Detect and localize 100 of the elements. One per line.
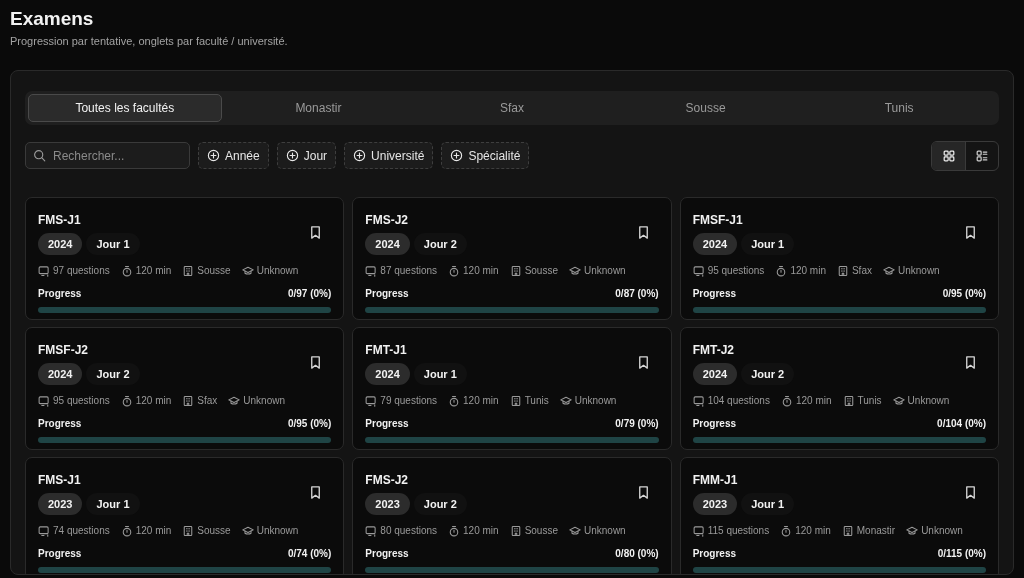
- exam-title: FMSF-J1: [692, 211, 744, 229]
- building-icon: [509, 394, 522, 407]
- graduation-cap-icon: [241, 264, 254, 277]
- grid-view-button[interactable]: [932, 141, 965, 170]
- duration: 120 min: [795, 524, 831, 538]
- screen-icon: [692, 524, 705, 537]
- stopwatch-icon: [448, 394, 461, 407]
- day-badge: Jour 1: [741, 492, 795, 515]
- exam-card[interactable]: FMM-J1 2023 Jour 1 115 questions 120 min Monastir Unknown Progress 0/115 (0%): [679, 456, 999, 574]
- faculty-tab[interactable]: Sousse: [608, 93, 803, 122]
- bookmark-button[interactable]: [963, 485, 978, 501]
- screen-icon: [365, 264, 378, 277]
- bookmark-icon: [963, 485, 978, 501]
- exam-title: FMM-J1: [692, 471, 739, 489]
- specialty-name: Unknown: [574, 394, 617, 408]
- exam-card[interactable]: FMSF-J2 2024 Jour 2 95 questions 120 min Sfax Unknown Progress 0/95 (0%): [25, 326, 345, 450]
- day-badge: Jour 1: [741, 232, 795, 255]
- plus-circle-icon: [207, 149, 220, 162]
- exam-card[interactable]: FMS-J2 2024 Jour 2 87 questions 120 min Sousse Unknown Progress 0/87 (0%): [352, 196, 672, 320]
- duration: 120 min: [790, 264, 826, 278]
- progress-value: 0/74 (0%): [287, 547, 332, 561]
- day-badge: Jour 1: [86, 492, 140, 515]
- year-badge: 2024: [365, 362, 410, 385]
- stopwatch-icon: [780, 524, 793, 537]
- stopwatch-icon: [120, 264, 133, 277]
- question-count: 87 questions: [380, 264, 438, 278]
- exam-card[interactable]: FMT-J2 2024 Jour 2 104 questions 120 min Tunis Unknown Progress 0/104 (0%): [679, 326, 999, 450]
- year-badge: 2024: [38, 232, 83, 255]
- building-icon: [509, 264, 522, 277]
- duration: 120 min: [795, 394, 832, 408]
- exam-card[interactable]: FMS-J1 2023 Jour 1 74 questions 120 min Sousse Unknown Progress 0/74 (0%): [25, 456, 345, 574]
- search-icon: [33, 149, 46, 162]
- question-count: 115 questions: [707, 524, 770, 538]
- day-badge: Jour 2: [86, 362, 140, 385]
- duration: 120 min: [463, 394, 499, 408]
- filter-button[interactable]: Université: [344, 142, 434, 169]
- exam-title: FMT-J1: [365, 341, 408, 359]
- search-field[interactable]: Rechercher...: [25, 142, 190, 169]
- bookmark-icon: [963, 225, 978, 241]
- bookmark-icon: [963, 355, 978, 371]
- grid-icon: [941, 148, 956, 163]
- specialty-name: Unknown: [243, 394, 285, 408]
- faculty-name: Tunis: [857, 394, 882, 408]
- progress-label: Progress: [38, 547, 82, 561]
- progress-value: 0/104 (0%): [937, 417, 986, 431]
- duration: 120 min: [135, 524, 172, 538]
- faculty-name: Sfax: [197, 394, 218, 408]
- day-badge: Jour 2: [413, 492, 467, 515]
- plus-circle-icon: [285, 149, 299, 162]
- progress-value: 0/80 (0%): [615, 547, 659, 561]
- exam-card[interactable]: FMSF-J1 2024 Jour 1 95 questions 120 min Sfax Unknown Progress 0/95 (0%): [679, 196, 999, 320]
- exam-card[interactable]: FMS-J1 2024 Jour 1 97 questions 120 min Sousse Unknown Progress 0/97 (0%): [25, 196, 345, 320]
- question-count: 97 questions: [53, 264, 110, 278]
- filter-button[interactable]: Spécialité: [441, 142, 530, 169]
- year-badge: 2023: [365, 492, 410, 515]
- plus-circle-icon: [353, 149, 367, 162]
- bookmark-button[interactable]: [963, 225, 978, 241]
- graduation-cap-icon: [228, 394, 241, 407]
- graduation-cap-icon: [906, 524, 919, 537]
- day-badge: Jour 1: [86, 232, 140, 255]
- stopwatch-icon: [780, 394, 793, 407]
- faculty-tab[interactable]: Toutes les facultés: [28, 93, 222, 122]
- building-icon: [836, 264, 849, 277]
- duration: 120 min: [135, 394, 172, 408]
- faculty-name: Sousse: [197, 264, 231, 278]
- plus-circle-icon: [450, 149, 464, 162]
- progress-value: 0/95 (0%): [942, 287, 986, 301]
- specialty-name: Unknown: [921, 524, 963, 538]
- bookmark-button[interactable]: [963, 355, 978, 371]
- specialty-name: Unknown: [584, 524, 626, 538]
- faculty-name: Tunis: [524, 394, 549, 408]
- duration: 120 min: [135, 264, 172, 278]
- specialty-name: Unknown: [256, 264, 299, 278]
- faculty-tab[interactable]: Sfax: [415, 93, 609, 122]
- faculty-name: Sousse: [524, 264, 558, 278]
- day-badge: Jour 2: [413, 232, 467, 255]
- progress-label: Progress: [365, 417, 409, 431]
- graduation-cap-icon: [882, 264, 895, 277]
- faculty-name: Monastir: [856, 524, 896, 538]
- progress-label: Progress: [692, 287, 736, 301]
- stopwatch-icon: [448, 264, 461, 277]
- building-icon: [842, 394, 855, 407]
- building-icon: [182, 264, 195, 277]
- question-count: 74 questions: [53, 524, 110, 538]
- faculty-tab[interactable]: Tunis: [802, 93, 996, 122]
- progress-label: Progress: [365, 547, 409, 561]
- filter-button[interactable]: Jour: [276, 142, 337, 169]
- exam-card[interactable]: FMS-J2 2023 Jour 2 80 questions 120 min Sousse Unknown Progress 0/80 (0%): [352, 456, 672, 574]
- progress-label: Progress: [38, 287, 82, 301]
- question-count: 95 questions: [53, 394, 110, 408]
- year-badge: 2024: [38, 362, 83, 385]
- stopwatch-icon: [448, 524, 461, 537]
- faculty-tab[interactable]: Monastir: [221, 93, 416, 122]
- question-count: 104 questions: [707, 394, 770, 408]
- progress-label: Progress: [692, 417, 736, 431]
- exam-card[interactable]: FMT-J1 2024 Jour 1 79 questions 120 min Tunis Unknown Progress 0/79 (0%): [352, 326, 672, 450]
- faculty-name: Sousse: [524, 524, 558, 538]
- filter-button[interactable]: Année: [198, 142, 269, 169]
- question-count: 95 questions: [707, 264, 765, 278]
- year-badge: 2024: [692, 362, 738, 385]
